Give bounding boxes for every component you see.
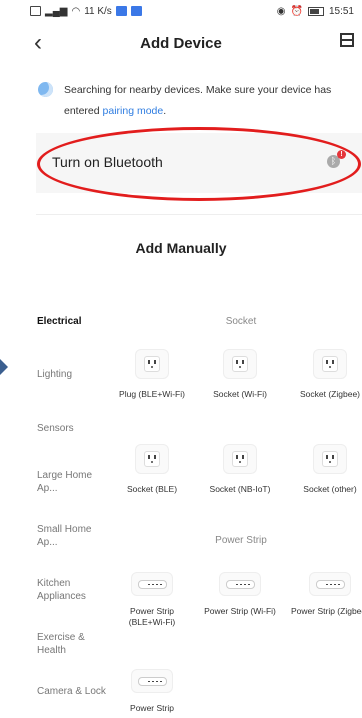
power-strip-icon	[309, 572, 351, 596]
sidebar-item-small-home-appliances[interactable]: Small Home Ap...	[37, 523, 109, 549]
device-label: Power Strip (BLE+Wi-Fi)	[128, 606, 176, 627]
device-label: Plug (BLE+Wi-Fi)	[119, 389, 185, 399]
device-plug-ble-wifi[interactable]: Plug (BLE+Wi-Fi)	[112, 349, 192, 400]
divider	[36, 214, 362, 215]
alarm-icon: ⏰	[290, 5, 303, 17]
signal-icon: ▂▄▆	[45, 5, 68, 17]
clock: 15:51	[328, 5, 354, 17]
sim-icon	[30, 6, 41, 16]
device-label: Socket (BLE)	[126, 484, 178, 494]
section-title-socket: Socket	[225, 316, 257, 327]
status-bar: ▂▄▆ ◠ 11 K/s ◉ ⏰ 15:51	[0, 0, 362, 22]
loading-spinner-icon	[38, 82, 53, 97]
pairing-mode-link[interactable]: pairing mode	[103, 105, 164, 117]
device-socket-nb-iot[interactable]: Socket (NB-IoT)	[200, 444, 280, 495]
device-socket-ble[interactable]: Socket (BLE)	[112, 444, 192, 495]
app-notification-icon	[115, 6, 127, 16]
device-label: Socket (NB-IoT)	[209, 484, 271, 494]
chevron-left-icon[interactable]: ‹	[34, 29, 42, 57]
power-strip-icon	[219, 572, 261, 596]
device-label: Power Strip	[130, 703, 174, 713]
sidebar-item-lighting[interactable]: Lighting	[37, 368, 109, 381]
wifi-icon: ◠	[71, 5, 81, 17]
sidebar-item-electrical[interactable]: Electrical	[37, 315, 109, 328]
power-strip-icon	[131, 669, 173, 693]
device-label: Socket (Zigbee)	[300, 389, 360, 399]
header: ‹ Add Device	[0, 22, 362, 64]
turn-on-bluetooth-row[interactable]: Turn on Bluetooth ᛒ !	[36, 133, 362, 193]
sidebar-item-large-home-appliances[interactable]: Large Home Ap...	[37, 469, 109, 495]
app-notification-icon-2	[130, 6, 142, 16]
drag-handle-icon[interactable]	[0, 359, 8, 375]
section-title-power-strip: Power Strip	[215, 535, 267, 546]
device-power-strip[interactable]: Power Strip	[112, 669, 192, 714]
socket-icon	[135, 349, 169, 379]
searching-suffix: .	[163, 105, 167, 117]
searching-notice: Searching for nearby devices. Make sure …	[38, 80, 348, 122]
socket-icon	[313, 349, 347, 379]
device-label: Socket (other)	[303, 484, 357, 494]
device-label: Power Strip (Zigbee)	[291, 606, 362, 616]
bluetooth-label: Turn on Bluetooth	[52, 154, 163, 170]
device-power-strip-zigbee[interactable]: Power Strip (Zigbee)	[290, 572, 362, 617]
alert-badge: !	[337, 150, 346, 159]
device-label: Socket (Wi-Fi)	[213, 389, 267, 399]
socket-icon	[135, 444, 169, 474]
network-speed: 11 K/s	[84, 5, 112, 17]
scan-icon[interactable]	[340, 33, 354, 47]
sidebar-item-sensors[interactable]: Sensors	[37, 422, 109, 435]
page-title: Add Device	[140, 34, 222, 52]
battery-icon	[307, 6, 324, 16]
sidebar-item-kitchen-appliances[interactable]: Kitchen Appliances	[37, 577, 109, 603]
power-strip-icon	[131, 572, 173, 596]
device-power-strip-wifi[interactable]: Power Strip (Wi-Fi)	[200, 572, 280, 617]
sidebar-item-exercise-health[interactable]: Exercise & Health	[37, 631, 109, 657]
socket-icon	[223, 349, 257, 379]
sidebar-item-camera-lock[interactable]: Camera & Lock	[37, 685, 109, 698]
socket-icon	[223, 444, 257, 474]
status-left: ▂▄▆ ◠ 11 K/s	[30, 6, 142, 17]
device-socket-other[interactable]: Socket (other)	[290, 444, 362, 495]
status-right: ◉ ⏰ 15:51	[277, 6, 354, 17]
device-power-strip-ble-wifi[interactable]: Power Strip (BLE+Wi-Fi)	[112, 572, 192, 628]
socket-icon	[313, 444, 347, 474]
add-manually-heading: Add Manually	[135, 240, 227, 256]
eye-icon: ◉	[276, 5, 286, 17]
device-socket-zigbee[interactable]: Socket (Zigbee)	[290, 349, 362, 400]
device-socket-wifi[interactable]: Socket (Wi-Fi)	[200, 349, 280, 400]
device-label: Power Strip (Wi-Fi)	[204, 606, 276, 616]
